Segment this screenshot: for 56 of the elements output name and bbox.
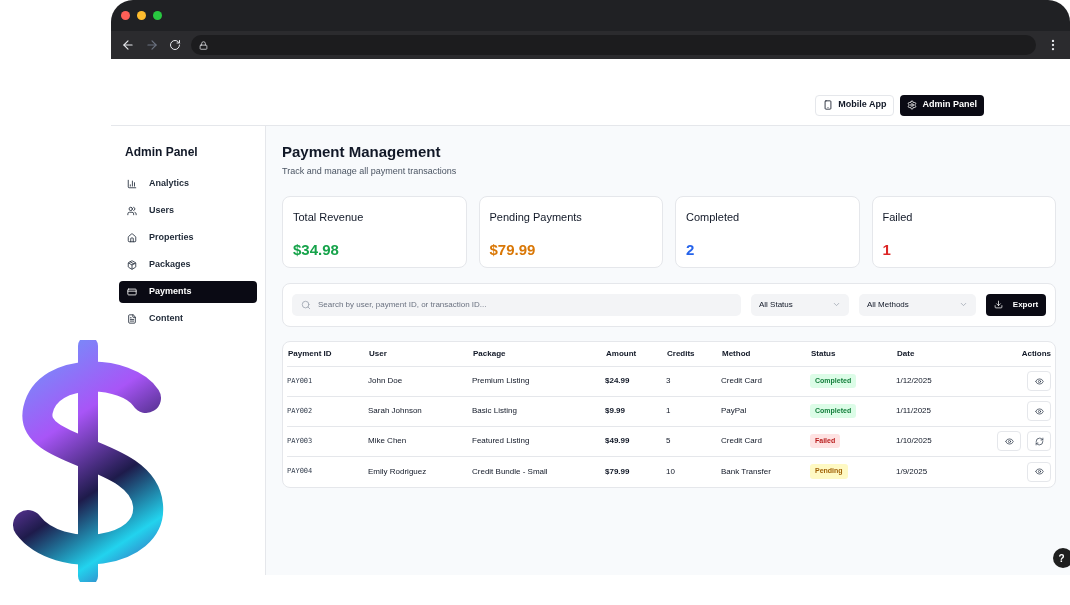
admin-panel-button[interactable]: Admin Panel bbox=[900, 94, 984, 116]
table-cell-text: Basic Listing bbox=[472, 405, 518, 417]
column-header: Amount bbox=[605, 347, 638, 360]
table-cell-text: 1/10/2025 bbox=[896, 435, 933, 447]
column-header: Package bbox=[472, 347, 507, 360]
table-cell-text: Credit Bundle - Small bbox=[472, 465, 549, 478]
mobile-app-button[interactable]: Mobile App bbox=[815, 94, 895, 116]
export-button[interactable]: Export bbox=[986, 293, 1046, 316]
table-cell-text: PayPal bbox=[721, 405, 748, 417]
table-cell-text: 10 bbox=[666, 465, 676, 478]
table-cell-text: Credit Card bbox=[721, 375, 763, 387]
table-cell-text: Featured Listing bbox=[472, 435, 531, 447]
method-dropdown[interactable]: All Methods bbox=[859, 293, 976, 316]
column-header: Date bbox=[896, 347, 916, 360]
column-header: Status bbox=[810, 347, 837, 360]
table-cell-text: Bank Transfer bbox=[721, 465, 772, 478]
column-header: User bbox=[368, 347, 388, 360]
sidebar-item[interactable]: Analytics bbox=[119, 173, 257, 195]
table-cell-text: Mike Chen bbox=[368, 435, 408, 447]
sidebar-item[interactable]: Properties bbox=[119, 227, 257, 249]
column-header: Credits bbox=[666, 347, 696, 360]
sidebar-item[interactable]: Content bbox=[119, 308, 257, 330]
sidebar-item[interactable]: Packages bbox=[119, 254, 257, 276]
sidebar-item[interactable]: Payments bbox=[119, 281, 257, 303]
page-subtitle: Track and manage all payment transactions bbox=[282, 165, 458, 178]
stat-label: Pending Payments bbox=[489, 209, 583, 225]
stat-value: $79.99 bbox=[489, 240, 537, 260]
table-cell-text: 1/12/2025 bbox=[896, 375, 933, 387]
stat-value: 1 bbox=[882, 240, 892, 260]
stat-label: Total Revenue bbox=[293, 209, 365, 225]
sidebar-item[interactable]: Users bbox=[119, 200, 257, 222]
table-cell-text: 1/9/2025 bbox=[896, 465, 929, 478]
table-cell-text: 1 bbox=[666, 405, 672, 417]
page-title: Payment Management bbox=[282, 143, 442, 161]
table-cell-text: 5 bbox=[666, 435, 672, 447]
table-cell-text: John Doe bbox=[368, 375, 404, 387]
column-header: Method bbox=[721, 347, 752, 360]
table-cell-text: $79.99 bbox=[605, 465, 631, 478]
stat-label: Completed bbox=[686, 209, 741, 225]
table-cell-text: Emily Rodriguez bbox=[368, 465, 428, 478]
sidebar-title: Admin Panel bbox=[124, 144, 199, 161]
stat-value: $34.98 bbox=[293, 240, 340, 260]
table-cell-text: 3 bbox=[666, 375, 672, 387]
stat-value: 2 bbox=[686, 240, 696, 260]
table-cell-text: $49.99 bbox=[605, 435, 631, 447]
column-header: Payment ID bbox=[287, 347, 333, 360]
table-cell-text: Sarah Johnson bbox=[368, 405, 423, 417]
table-cell-text: 1/11/2025 bbox=[896, 405, 932, 417]
table-cell-text: $9.99 bbox=[605, 405, 627, 417]
column-header: Actions bbox=[1020, 347, 1051, 360]
table-cell-text: Premium Listing bbox=[472, 375, 531, 387]
search-field[interactable]: Search by user, payment ID, or transaction ID... bbox=[292, 293, 741, 316]
table-cell-text: $24.99 bbox=[605, 375, 631, 387]
stat-label: Failed bbox=[882, 209, 914, 225]
table-cell-text: Credit Card bbox=[721, 435, 763, 447]
status-dropdown[interactable]: All Status bbox=[751, 293, 849, 316]
